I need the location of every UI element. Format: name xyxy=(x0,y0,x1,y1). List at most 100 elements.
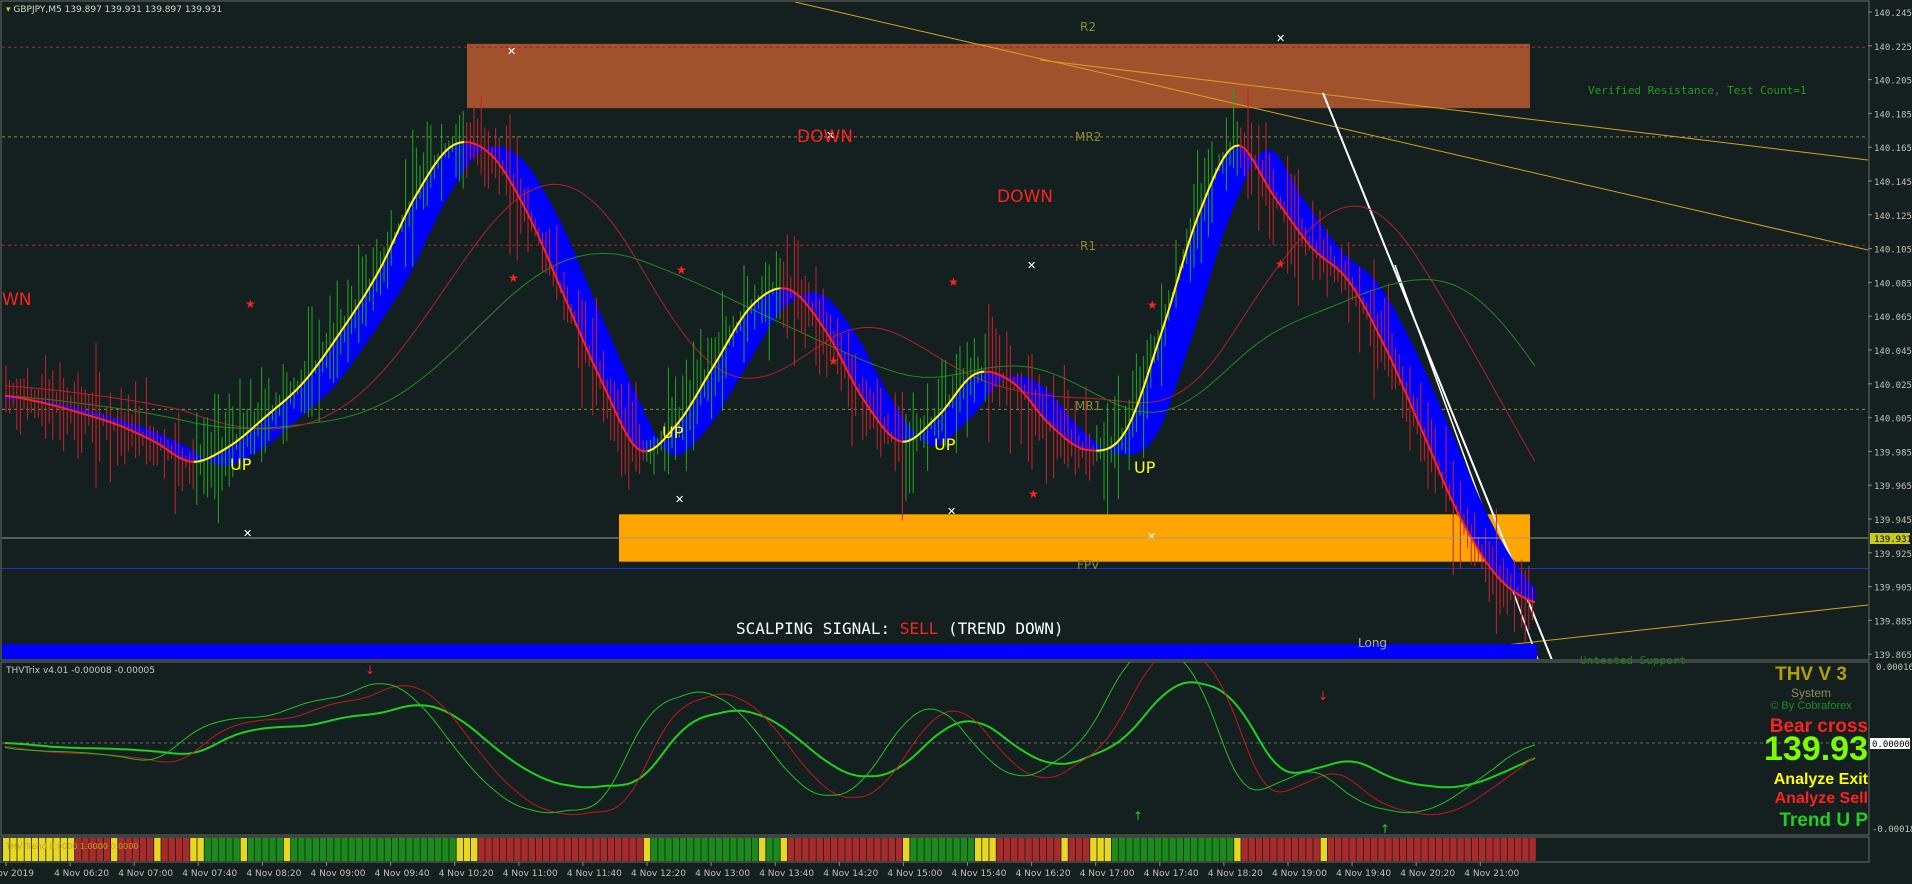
time-tick-label: 4 Nov 13:00 xyxy=(695,869,750,879)
trend-bar-cell xyxy=(1284,838,1291,861)
trend-bar-cell xyxy=(852,838,859,861)
trend-bar-cell xyxy=(766,838,773,861)
trend-bar-cell xyxy=(528,838,535,861)
trend-bar-cell xyxy=(1299,838,1306,861)
trend-bar-cell xyxy=(211,838,219,861)
trend-bar-cell xyxy=(1169,838,1176,861)
hud-analyze-exit: Analyze Exit xyxy=(1773,771,1868,788)
trend-bar-cell xyxy=(1248,838,1255,861)
scalping-signal: SCALPING SIGNAL: SELL (TREND DOWN) xyxy=(736,619,1064,638)
trend-bar-cell xyxy=(1219,838,1227,861)
trend-bar-cell xyxy=(989,838,996,861)
trend-bar-cell xyxy=(1025,838,1032,861)
level-label-mr1: MR1 xyxy=(1075,399,1101,413)
trend-bar-cell xyxy=(895,838,903,861)
trend-bar-cell xyxy=(1140,838,1147,861)
trend-bar-cell xyxy=(1464,838,1471,861)
trend-bar-cell xyxy=(903,838,910,861)
trend-bar-cell xyxy=(377,838,384,861)
trend-bar-cell xyxy=(1241,838,1248,861)
level-label-r2: R2 xyxy=(1080,20,1096,34)
slow-ma-green xyxy=(4,252,1536,429)
level-label-mr2: MR2 xyxy=(1075,130,1101,144)
time-tick-label: 4 Nov 20:20 xyxy=(1400,869,1455,879)
trend-bar-cell xyxy=(967,838,975,861)
trend-color-bar xyxy=(3,838,1536,861)
untested-support-label: Untested Support xyxy=(1580,654,1686,667)
price-tick-label: 140.225 xyxy=(1874,43,1912,53)
trend-bar-cell xyxy=(1414,838,1421,861)
time-tick-label: 4 Nov 18:20 xyxy=(1208,869,1263,879)
time-tick-label: 4 Nov 10:20 xyxy=(439,869,494,879)
trend-bar-cell xyxy=(996,838,1003,861)
trend-bar-cell xyxy=(147,838,154,861)
trend-bar-cell xyxy=(701,838,708,861)
trend-bar-cell xyxy=(233,838,240,861)
trend-bar-cell xyxy=(744,838,751,861)
trend-bar-cell xyxy=(291,838,298,861)
trend-bar-cell xyxy=(399,838,406,861)
trend-bar-cell xyxy=(1155,838,1162,861)
trend-bar-cell xyxy=(809,838,816,861)
trend-bar-cell xyxy=(953,838,960,861)
trend-bar-cell xyxy=(262,838,269,861)
trend-bar-cell xyxy=(795,838,802,861)
trend-bar-cell xyxy=(219,838,226,861)
trend-bar-cell xyxy=(672,838,679,861)
trend-bar-cell xyxy=(1378,838,1385,861)
trend-bar-cell xyxy=(535,838,543,861)
trend-bar-cell xyxy=(607,838,615,861)
price-tick-label: 140.205 xyxy=(1874,77,1912,87)
trend-bar-cell xyxy=(197,838,204,861)
trix-signal-red xyxy=(4,662,1536,816)
trend-bar-cell xyxy=(175,838,183,861)
trend-bar-cell xyxy=(1263,838,1270,861)
time-tick-label: 4 Nov 13:40 xyxy=(759,869,814,879)
trend-bar-cell xyxy=(1234,838,1241,861)
trix-arrow-down: ↓ xyxy=(1318,689,1328,703)
trend-bar-cell xyxy=(802,838,809,861)
trend-bar-cell xyxy=(161,838,168,861)
trix-arrow-up: ↑ xyxy=(1133,809,1143,823)
resistance-zone xyxy=(467,43,1530,109)
trend-bar-cell xyxy=(975,838,982,861)
star-marker: ★ xyxy=(1147,298,1158,312)
trend-bar-cell xyxy=(543,838,550,861)
trendline-white-b xyxy=(1394,264,1539,659)
price-tick-label: 139.985 xyxy=(1874,448,1912,458)
time-tick-label: 4 Nov 09:40 xyxy=(375,869,430,879)
up-signal-label: UP xyxy=(1134,458,1156,477)
trend-bar-cell xyxy=(305,838,312,861)
price-tick-label: 140.065 xyxy=(1874,313,1912,323)
trend-bar-cell xyxy=(1176,838,1183,861)
trend-bar-cell xyxy=(1133,838,1140,861)
trend-bar-cell xyxy=(1032,838,1039,861)
trix-header: THVTrix v4.01 -0.00008 -0.00005 xyxy=(5,666,155,676)
time-tick-label: 4 Nov 15:00 xyxy=(887,869,942,879)
candles xyxy=(5,89,1533,659)
trend-bar-cell xyxy=(679,838,687,861)
trend-bar-cell xyxy=(449,838,456,861)
down-signal-label: DOWN xyxy=(997,187,1053,207)
trend-bar-cell xyxy=(867,838,874,861)
price-tick-label: 139.965 xyxy=(1874,482,1912,492)
price-tick-label: 140.005 xyxy=(1874,415,1912,425)
hud-trend: Trend U P xyxy=(1779,810,1868,831)
trend-bar-cell xyxy=(1500,838,1507,861)
up-signal-label: UP xyxy=(230,455,252,474)
trend-bar-cell xyxy=(1371,838,1378,861)
time-tick-label: 4 Nov 15:40 xyxy=(952,869,1007,879)
trend-bar-cell xyxy=(499,838,507,861)
hud-subtitle: System xyxy=(1790,686,1831,700)
trend-bar-cell xyxy=(1047,838,1054,861)
trend-bar-cell xyxy=(298,838,305,861)
trend-bar-cell xyxy=(1407,838,1414,861)
trend-bar-cell xyxy=(1493,838,1500,861)
trend-bar-cell xyxy=(1457,838,1464,861)
chart-canvas: ★★★★★★★★✕✕✕✕✕✕✕✕ 140.245140.225140.20514… xyxy=(0,0,1912,879)
trend-bar-cell xyxy=(1450,838,1457,861)
trend-bar-cell xyxy=(931,838,939,861)
trend-bar-cell xyxy=(1435,838,1443,861)
trend-bar-cell xyxy=(622,838,629,861)
trend-bar-cell xyxy=(1335,838,1342,861)
